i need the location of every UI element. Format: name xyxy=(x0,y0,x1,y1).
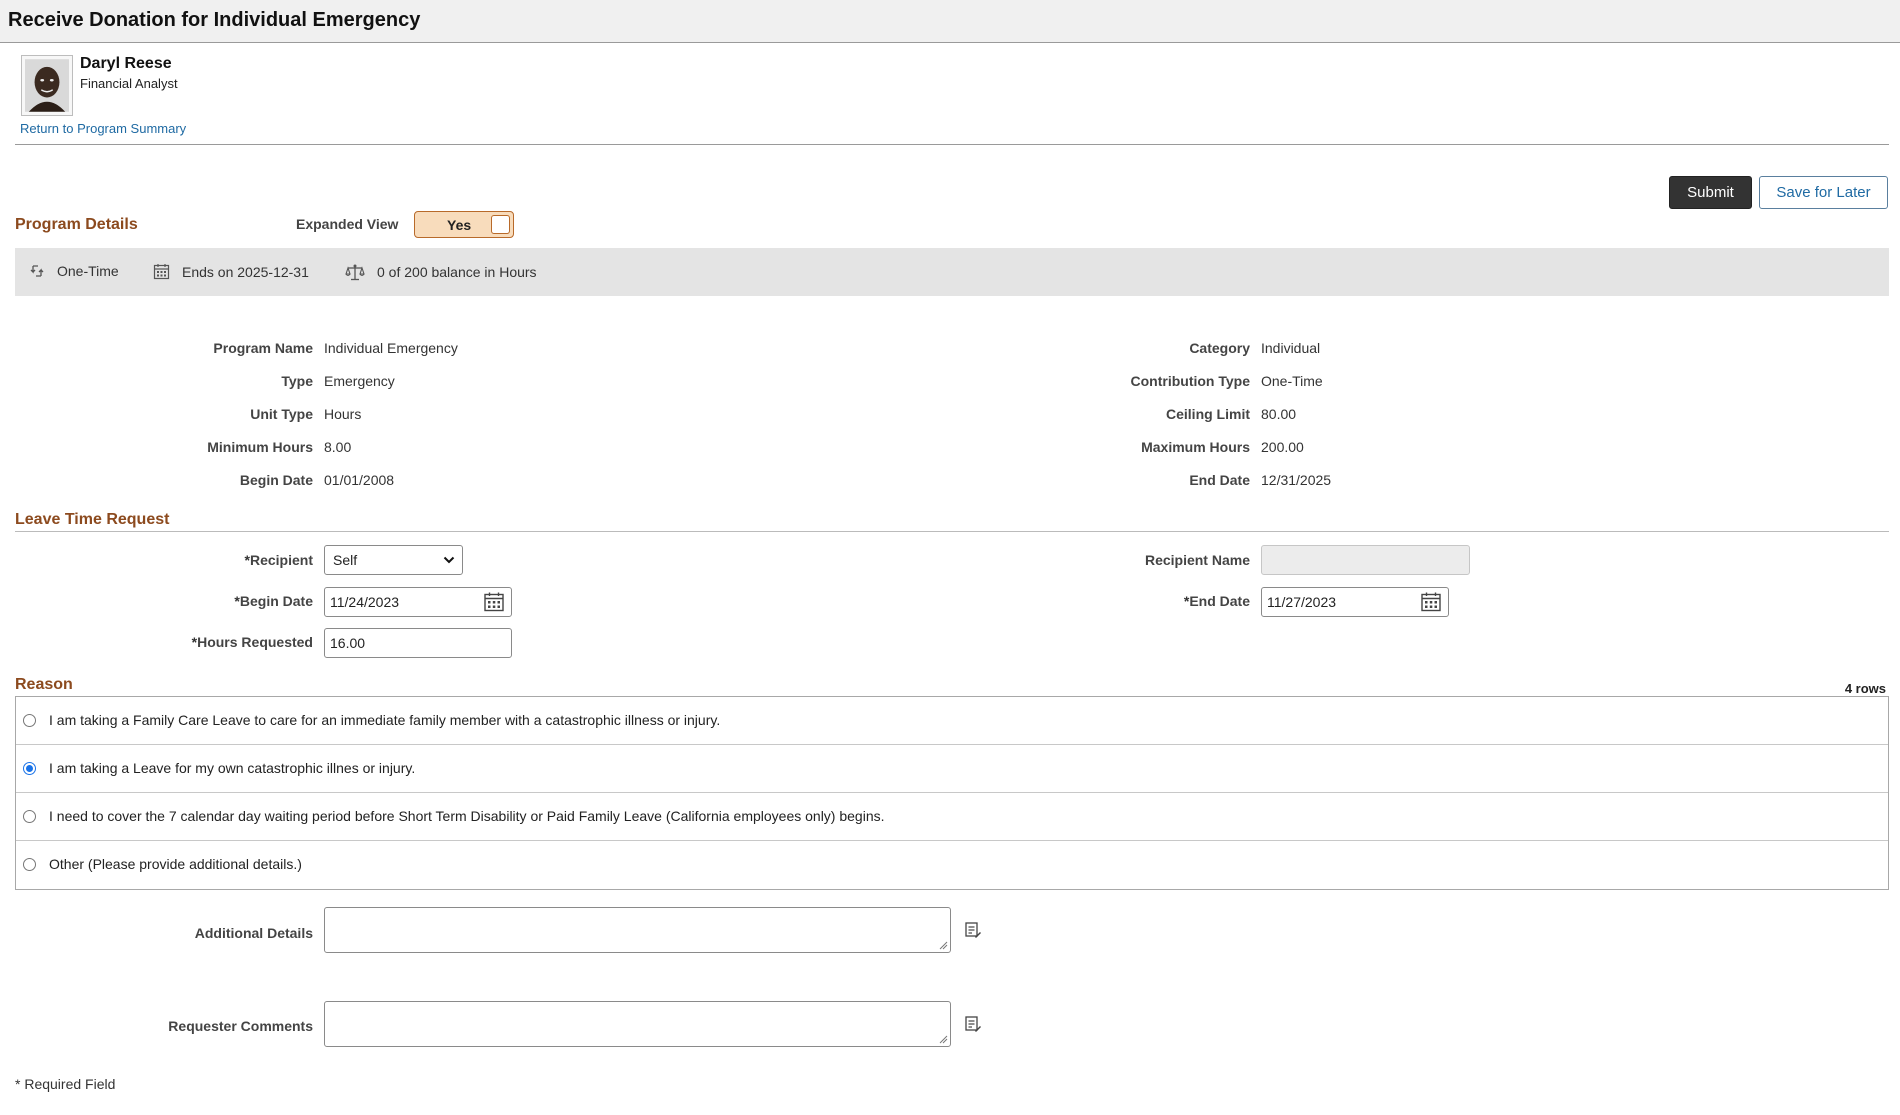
ceiling-limit-value: 80.00 xyxy=(1261,406,1297,422)
balance-item: 0 of 200 balance in Hours xyxy=(345,263,537,281)
reason-option-row[interactable]: I am taking a Leave for my own catastrop… xyxy=(16,745,1888,793)
person-photo-icon xyxy=(25,59,69,112)
end-date-item: Ends on 2025-12-31 xyxy=(153,263,309,280)
program-name-label: Program Name xyxy=(213,340,313,356)
minimum-hours-label: Minimum Hours xyxy=(207,439,313,455)
recipient-select-value: Self xyxy=(333,552,358,568)
reason-radio-waiting-period[interactable] xyxy=(23,810,36,823)
reason-option-row[interactable]: Other (Please provide additional details… xyxy=(16,841,1888,889)
note-edit-icon[interactable] xyxy=(964,1015,982,1033)
ends-on-text: Ends on 2025-12-31 xyxy=(182,263,309,280)
required-field-note: * Required Field xyxy=(15,1076,116,1092)
type-label: Type xyxy=(281,373,313,389)
ceiling-limit-label: Ceiling Limit xyxy=(1166,406,1250,422)
program-details-title: Program Details xyxy=(15,216,138,233)
recipient-select[interactable]: Self xyxy=(324,545,463,575)
requester-comments-textarea[interactable] xyxy=(324,1001,951,1047)
type-value: Emergency xyxy=(324,373,395,389)
reason-radio-family-care[interactable] xyxy=(23,714,36,727)
category-label: Category xyxy=(1189,340,1250,356)
divider xyxy=(15,144,1889,145)
page-header: Receive Donation for Individual Emergenc… xyxy=(0,0,1900,43)
balance-text: 0 of 200 balance in Hours xyxy=(377,264,537,280)
refresh-arrows-icon xyxy=(30,265,44,277)
calendar-icon xyxy=(153,264,170,280)
return-to-program-summary-link[interactable]: Return to Program Summary xyxy=(20,121,186,136)
program-summary-band: One-Time Ends on 2025-12-31 0 of 200 bal… xyxy=(15,248,1889,296)
resize-grip-icon[interactable] xyxy=(939,1035,948,1044)
category-value: Individual xyxy=(1261,340,1321,356)
page-title: Receive Donation for Individual Emergenc… xyxy=(8,9,421,31)
chevron-down-icon xyxy=(443,556,455,564)
balance-scale-icon xyxy=(345,264,365,281)
unit-type-label: Unit Type xyxy=(250,406,313,422)
begin-date-input-label: *Begin Date xyxy=(234,593,313,609)
additional-details-textarea[interactable] xyxy=(324,907,951,953)
hours-requested-input[interactable]: 16.00 xyxy=(324,628,512,658)
rows-count: 4 rows xyxy=(1844,681,1886,696)
save-for-later-button[interactable]: Save for Later xyxy=(1759,176,1888,209)
additional-details-label: Additional Details xyxy=(194,925,313,941)
frequency-text: One-Time xyxy=(57,263,119,279)
reason-option-text: Other (Please provide additional details… xyxy=(49,856,302,872)
reason-option-row[interactable]: I need to cover the 7 calendar day waiti… xyxy=(16,793,1888,841)
requester-comments-label: Requester Comments xyxy=(168,1018,313,1034)
end-date-label: End Date xyxy=(1189,472,1250,488)
reason-title: Reason xyxy=(15,676,73,693)
begin-date-label: Begin Date xyxy=(239,472,313,488)
begin-date-calendar-icon[interactable] xyxy=(483,591,505,613)
contribution-type-label: Contribution Type xyxy=(1130,373,1251,389)
contribution-type-value: One-Time xyxy=(1261,373,1323,389)
leave-time-request-title: Leave Time Request xyxy=(15,511,170,528)
reason-grid: I am taking a Family Care Leave to care … xyxy=(15,696,1889,890)
employee-photo xyxy=(21,55,73,116)
end-date-input-label: *End Date xyxy=(1183,593,1250,609)
hours-requested-label: *Hours Requested xyxy=(191,634,313,650)
expanded-view-label: Expanded View xyxy=(296,216,399,232)
reason-radio-own-illness[interactable] xyxy=(23,762,36,775)
expanded-view-value: Yes xyxy=(447,217,472,233)
reason-option-text: I am taking a Leave for my own catastrop… xyxy=(49,760,416,776)
resize-grip-icon[interactable] xyxy=(939,941,948,950)
expanded-view-toggle[interactable]: Yes xyxy=(414,211,514,238)
employee-name: Daryl Reese xyxy=(80,55,172,72)
reason-option-text: I am taking a Family Care Leave to care … xyxy=(49,712,721,728)
note-edit-icon[interactable] xyxy=(964,921,982,939)
recipient-name-label: Recipient Name xyxy=(1144,552,1250,568)
submit-button[interactable]: Submit xyxy=(1669,176,1752,209)
reason-radio-other[interactable] xyxy=(23,858,36,871)
program-name-value: Individual Emergency xyxy=(324,340,458,356)
recipient-label: *Recipient xyxy=(244,552,313,568)
end-date-calendar-icon[interactable] xyxy=(1420,591,1442,613)
maximum-hours-value: 200.00 xyxy=(1261,439,1304,455)
recipient-name-field xyxy=(1261,545,1470,575)
maximum-hours-label: Maximum Hours xyxy=(1141,439,1250,455)
reason-option-row[interactable]: I am taking a Family Care Leave to care … xyxy=(16,697,1888,745)
frequency-item: One-Time xyxy=(29,263,119,279)
begin-date-value: 01/01/2008 xyxy=(324,472,395,488)
unit-type-value: Hours xyxy=(324,406,362,422)
minimum-hours-value: 8.00 xyxy=(324,439,352,455)
section-divider xyxy=(15,531,1889,532)
toggle-knob xyxy=(491,215,510,234)
end-date-value: 12/31/2025 xyxy=(1261,472,1332,488)
employee-job-title: Financial Analyst xyxy=(80,76,178,91)
reason-option-text: I need to cover the 7 calendar day waiti… xyxy=(49,808,885,824)
